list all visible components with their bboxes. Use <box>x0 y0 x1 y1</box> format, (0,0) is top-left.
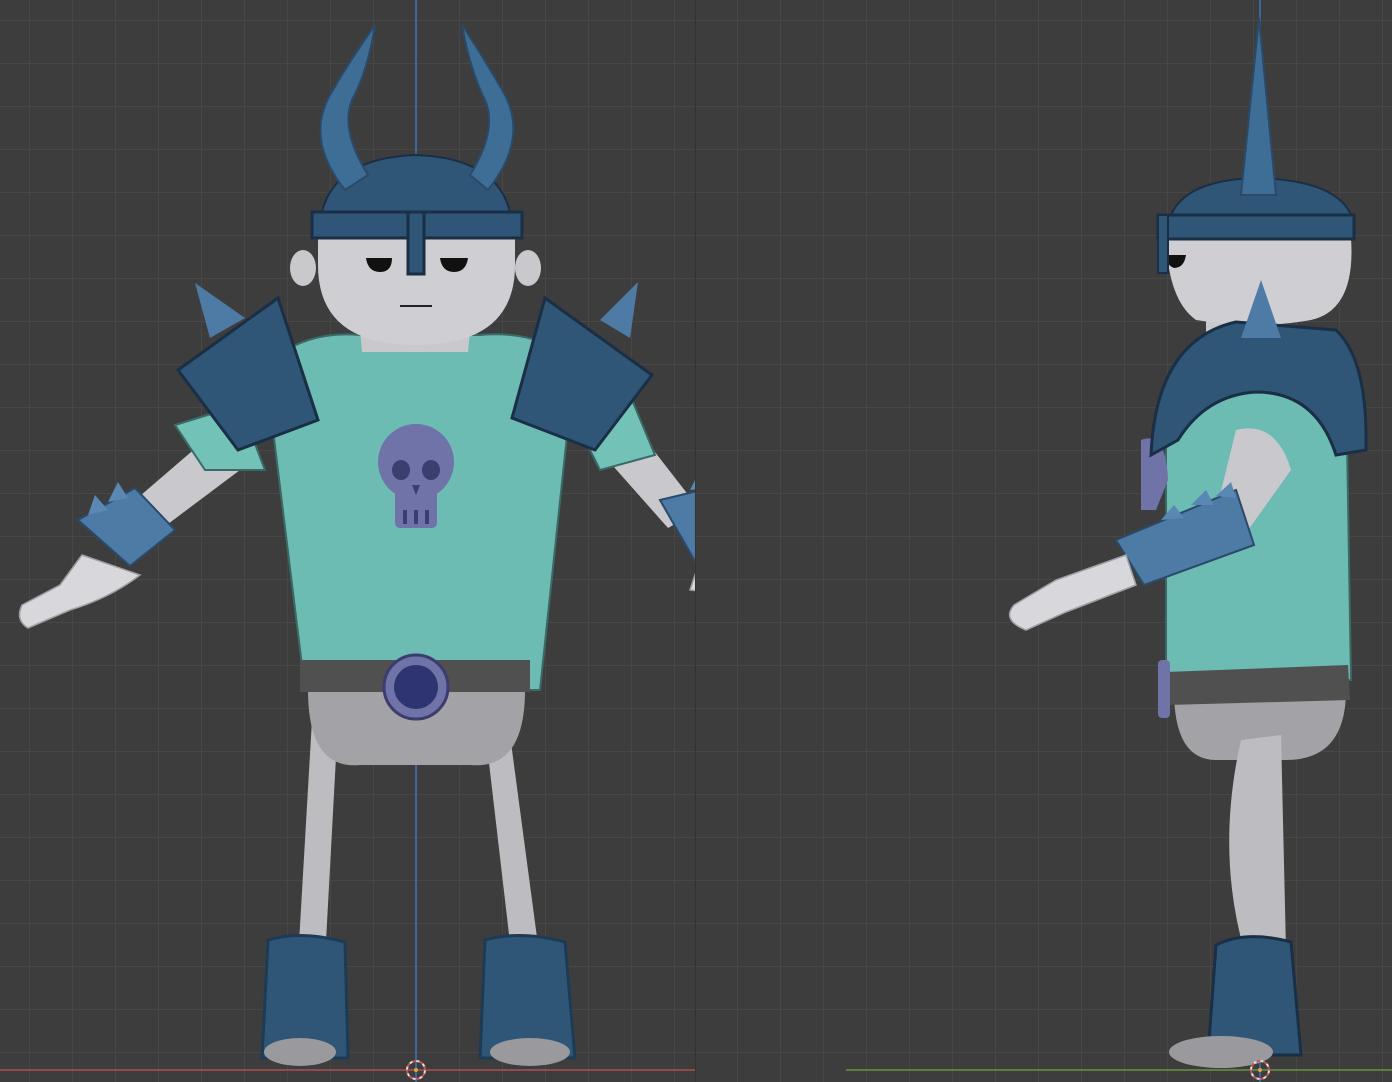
right-bracer <box>658 490 696 566</box>
front-viewport[interactable] <box>0 0 696 1082</box>
character-side[interactable] <box>1008 17 1368 1068</box>
foot <box>1169 1036 1273 1068</box>
helmet-band <box>1156 213 1356 241</box>
side-view-scene <box>846 0 1392 1082</box>
belt-buckle <box>1158 660 1170 718</box>
hand <box>1008 554 1137 631</box>
helmet-nose-guard <box>406 210 426 276</box>
left-ear <box>290 250 316 286</box>
leg <box>1229 735 1286 950</box>
right-foot <box>490 1038 570 1066</box>
right-ear <box>515 250 541 286</box>
belt <box>1166 665 1350 705</box>
side-viewport[interactable] <box>696 0 1392 1082</box>
character-front[interactable] <box>18 24 696 1066</box>
horn <box>1239 17 1278 196</box>
left-hand <box>18 554 142 629</box>
left-foot <box>264 1038 336 1066</box>
front-view-scene <box>0 0 696 1082</box>
belt-buckle-center <box>394 665 438 709</box>
helmet-nose-guard <box>1157 214 1169 274</box>
right-shoulder-spike <box>600 282 638 338</box>
